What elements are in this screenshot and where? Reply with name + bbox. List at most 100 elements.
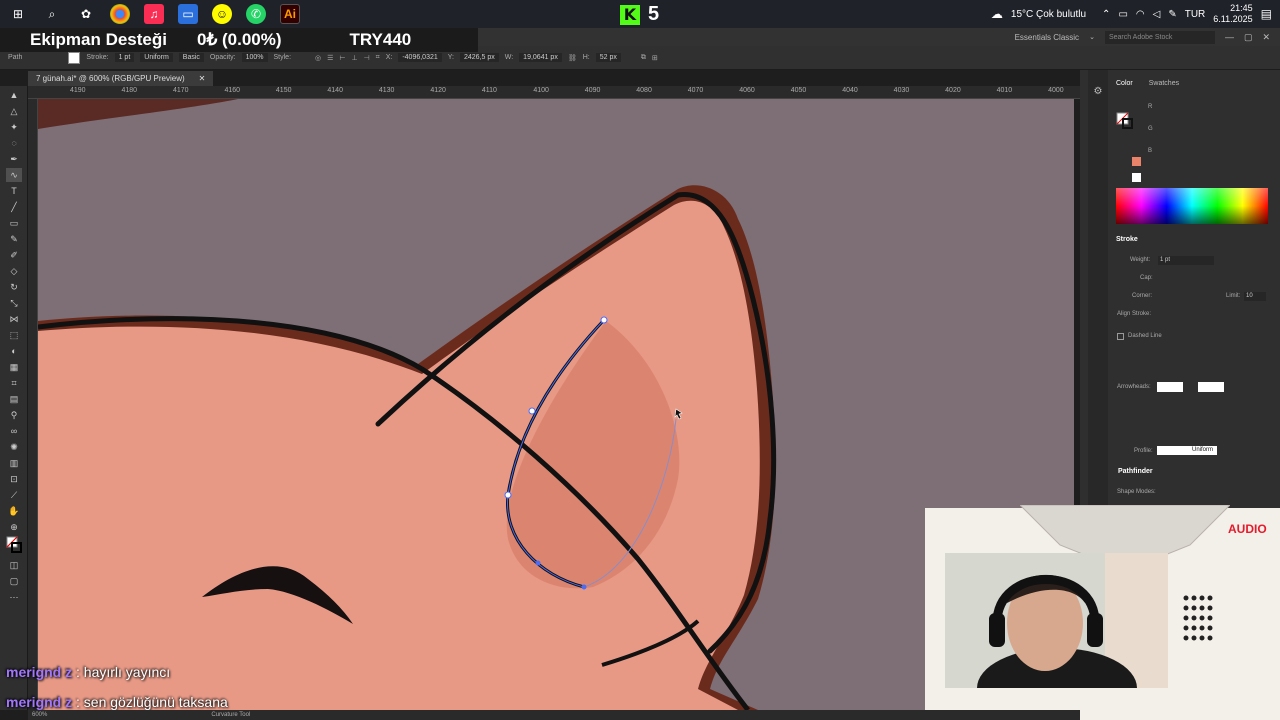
kick-viewer-count: 5 [648, 3, 660, 25]
free-transform-tool-icon[interactable]: ⬚ [6, 328, 22, 342]
chrome-icon[interactable] [110, 4, 130, 24]
speaker-grille [1183, 595, 1213, 641]
zoom-level[interactable]: 600% [32, 710, 47, 720]
network-icon[interactable]: ◠ [1136, 9, 1145, 20]
transform-icon[interactable]: ⌗ [376, 54, 380, 62]
gradient-tool-icon[interactable]: ▤ [6, 392, 22, 406]
chatgpt-icon[interactable]: ✿ [76, 4, 96, 24]
blend-tool-icon[interactable]: ∞ [6, 424, 22, 438]
tab-swatches[interactable]: Swatches [1149, 80, 1179, 87]
anchor-point[interactable] [600, 316, 608, 324]
curvature-tool-icon[interactable]: ∿ [6, 168, 22, 182]
more-tools-icon[interactable]: ⋯ [6, 590, 22, 604]
dashed-line-checkbox[interactable] [1117, 333, 1124, 340]
line-tool-icon[interactable]: ╱ [6, 200, 22, 214]
weather-text[interactable]: 15°C Çok bulutlu [1011, 9, 1086, 20]
color-swatch-salmon[interactable] [1132, 157, 1141, 166]
opacity-field[interactable]: 100% [241, 53, 268, 62]
selection-tool-icon[interactable]: ▲ [6, 88, 22, 102]
stroke-weight-field[interactable]: 1 pt [1158, 256, 1214, 265]
windows-start-icon[interactable]: ⊞ [8, 4, 28, 24]
align-center-icon[interactable]: ⊥ [352, 54, 358, 62]
workspace-switcher[interactable]: Essentials Classic [1015, 33, 1079, 42]
color-fill-stroke-icon[interactable] [1116, 112, 1134, 130]
fill-swatch[interactable] [68, 51, 81, 64]
perspective-grid-tool-icon[interactable]: ▦ [6, 360, 22, 374]
anchor-point[interactable] [535, 560, 541, 566]
properties-icon[interactable]: ⚙ [1088, 86, 1108, 97]
eraser-tool-icon[interactable]: ◇ [6, 264, 22, 278]
rotate-tool-icon[interactable]: ↻ [6, 280, 22, 294]
column-graph-tool-icon[interactable]: ▥ [6, 456, 22, 470]
width-field[interactable]: 19,0641 px [519, 53, 562, 62]
screen-mode-icon[interactable]: ▢ [6, 574, 22, 588]
hand-tool-icon[interactable]: ✋ [6, 504, 22, 518]
scale-tool-icon[interactable]: ⤡ [6, 296, 22, 310]
artboard-canvas[interactable] [38, 99, 1074, 710]
transform-options-icon[interactable]: ⧉ [641, 54, 646, 62]
align-icon[interactable]: ☰ [327, 54, 333, 62]
illustrator-icon[interactable]: Ai [280, 4, 300, 24]
eyedropper-tool-icon[interactable]: ⚲ [6, 408, 22, 422]
pen-tool-icon[interactable]: ✒ [6, 152, 22, 166]
drawing-modes-icon[interactable]: ◫ [6, 558, 22, 572]
search-icon[interactable]: ⌕ [42, 4, 62, 24]
align-left-icon[interactable]: ⊢ [339, 54, 345, 62]
whatsapp-icon[interactable]: ✆ [246, 4, 266, 24]
x-field[interactable]: -4096,0321 [398, 53, 442, 62]
maximize-icon[interactable]: ▢ [1244, 32, 1253, 43]
chevron-down-icon[interactable]: ⌄ [1089, 33, 1095, 41]
profile-select[interactable]: Uniform [1157, 446, 1217, 455]
direct-selection-tool-icon[interactable]: △ [6, 104, 22, 118]
height-field[interactable]: 52 px [595, 53, 621, 62]
rectangle-tool-icon[interactable]: ▭ [6, 216, 22, 230]
chevron-up-icon[interactable]: ⌃ [1102, 9, 1110, 20]
lasso-tool-icon[interactable]: ◌ [6, 136, 22, 150]
magic-wand-tool-icon[interactable]: ✦ [6, 120, 22, 134]
document-tab[interactable]: 7 günah.ai* @ 600% (RGB/GPU Preview) ✕ [28, 71, 214, 86]
battery-icon[interactable]: ▭ [1118, 9, 1127, 20]
shaper-tool-icon[interactable]: ✐ [6, 248, 22, 262]
color-swatch-white[interactable] [1132, 173, 1141, 182]
variable-width-field[interactable]: Uniform [140, 53, 173, 62]
brush-field[interactable]: Basic [178, 53, 204, 62]
fill-stroke-icon[interactable] [6, 536, 22, 556]
color-spectrum[interactable] [1116, 188, 1268, 224]
width-tool-icon[interactable]: ⋈ [6, 312, 22, 326]
link-icon[interactable]: ⛓ [568, 54, 577, 62]
shape-builder-tool-icon[interactable]: ◐ [6, 344, 22, 358]
close-icon[interactable]: ✕ [1262, 32, 1270, 43]
stroke-weight-field[interactable]: 1 pt [114, 53, 135, 62]
anchor-point[interactable] [528, 407, 536, 415]
tab-color[interactable]: Color [1116, 80, 1133, 87]
globe-icon[interactable]: ◎ [315, 54, 321, 62]
close-tab-icon[interactable]: ✕ [199, 71, 206, 86]
stock-search-input[interactable]: Search Adobe Stock [1104, 30, 1215, 44]
music-icon[interactable]: ♫ [144, 4, 164, 24]
zoom-tool-icon[interactable]: ⊕ [6, 520, 22, 534]
symbol-sprayer-tool-icon[interactable]: ✺ [6, 440, 22, 454]
align-right-icon[interactable]: ⊣ [364, 54, 370, 62]
limit-field[interactable]: 10 [1244, 292, 1266, 301]
monitor-icon[interactable]: ▭ [178, 4, 198, 24]
mesh-tool-icon[interactable]: ⌗ [6, 376, 22, 390]
clock[interactable]: 21:45 6.11.2025 [1213, 3, 1252, 25]
stroke-panel-header[interactable]: Stroke [1116, 236, 1138, 243]
artboard-tool-icon[interactable]: ⊡ [6, 472, 22, 486]
anchor-point[interactable] [581, 584, 587, 590]
arrowhead-end-select[interactable] [1198, 382, 1224, 392]
y-field[interactable]: 2426,5 px [459, 53, 499, 62]
slice-tool-icon[interactable]: ⟋ [6, 488, 22, 502]
notification-icon[interactable]: ▤ [1261, 7, 1272, 21]
minimize-icon[interactable]: — [1225, 32, 1234, 42]
arrowhead-start-select[interactable] [1157, 382, 1183, 392]
paintbrush-tool-icon[interactable]: ✎ [6, 232, 22, 246]
pen-icon[interactable]: ✎ [1168, 9, 1176, 20]
arrange-icon[interactable]: ⊞ [652, 54, 658, 62]
pathfinder-panel-header[interactable]: Pathfinder [1118, 468, 1153, 475]
type-tool-icon[interactable]: T [6, 184, 22, 198]
anchor-point[interactable] [504, 491, 512, 499]
language-indicator[interactable]: TUR [1185, 9, 1206, 20]
snapchat-icon[interactable]: ☺ [212, 4, 232, 24]
volume-icon[interactable]: ◁ [1153, 9, 1161, 20]
